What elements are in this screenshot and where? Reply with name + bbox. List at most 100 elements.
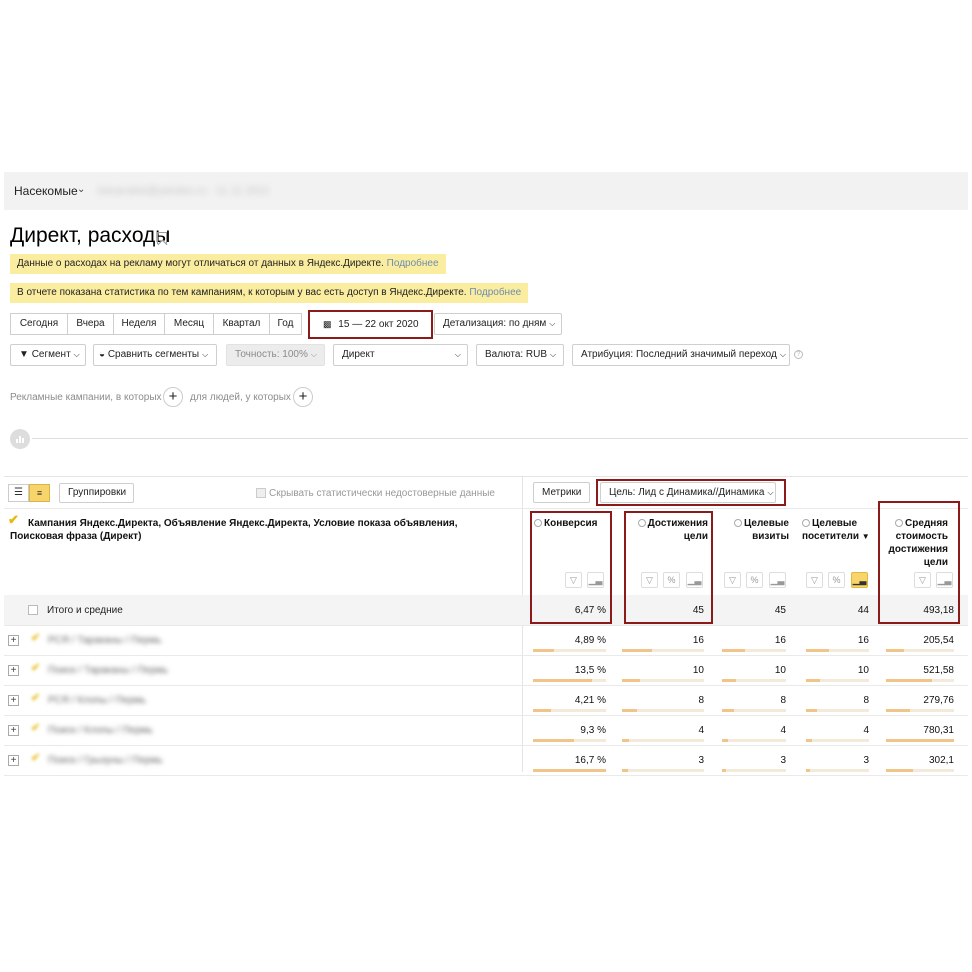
row-conversion: 13,5 % [574, 665, 606, 676]
share-bar [806, 739, 869, 742]
attribution-label: Атрибуция: Последний значимый переход [581, 349, 777, 360]
period-quarter[interactable]: Квартал [213, 313, 269, 335]
share-bar [886, 679, 954, 682]
hide-unreliable-label: Скрывать статистически недостоверные дан… [269, 488, 495, 499]
share-bar-fill [886, 739, 954, 742]
sort-desc-icon[interactable]: ▼ [862, 532, 870, 541]
row-goal-reaches: 3 [698, 755, 704, 766]
tree-view-icon[interactable]: ≡ [29, 484, 50, 502]
groupings-button[interactable]: Группировки [59, 483, 134, 503]
notice-access: В отчете показана статистика по тем камп… [10, 283, 529, 303]
chevron-down-icon: ⌵ [202, 350, 209, 359]
row-conversion: 16,7 % [574, 755, 606, 766]
segment-button[interactable]: ▼ Сегмент ⌵ [10, 344, 86, 366]
dimension-header[interactable]: Кампания Яндекс.Директа, Объявление Янде… [10, 517, 510, 543]
row-divider [4, 655, 968, 656]
segment-label: Сегмент [31, 349, 71, 360]
chevron-down-icon[interactable]: ⌄ [77, 184, 85, 195]
share-bar [622, 649, 704, 652]
row-campaign-name[interactable]: Поиск / Тараканы / Пермь [48, 665, 168, 676]
column-header-target-visitors[interactable]: Целевые посетители ▼ [802, 517, 880, 543]
share-bar-fill [722, 649, 745, 652]
expand-icon[interactable]: + [8, 725, 19, 736]
info-icon[interactable] [733, 519, 742, 527]
share-bar [806, 679, 869, 682]
add-campaign-condition-icon[interactable]: + [163, 387, 183, 407]
row-conversion: 4,89 % [574, 635, 606, 646]
expand-icon[interactable]: + [8, 755, 19, 766]
expand-icon[interactable]: + [8, 695, 19, 706]
share-bar [622, 769, 704, 772]
source-select[interactable]: Директ ⌵ [333, 344, 468, 366]
share-bar-fill [806, 649, 829, 652]
compare-icon: ◒ [99, 349, 106, 360]
row-target-visitors: 16 [857, 635, 869, 646]
share-bar-fill [722, 739, 728, 742]
share-bar [533, 709, 606, 712]
filter-icon[interactable]: ▽ [724, 572, 741, 588]
share-bar-fill [722, 769, 726, 772]
column-header-target-visits[interactable]: Целевые визиты [721, 517, 789, 543]
currency-dropdown[interactable]: Валюта: RUB ⌵ [476, 344, 564, 366]
share-bar-fill [886, 679, 932, 682]
period-yesterday[interactable]: Вчера [67, 313, 113, 335]
row-goal-reaches: 16 [692, 635, 704, 646]
attribution-dropdown[interactable]: Атрибуция: Последний значимый переход ⌵ [572, 344, 790, 366]
period-year[interactable]: Год [269, 313, 302, 335]
notice-link[interactable]: Подробнее [469, 287, 521, 298]
row-campaign-name[interactable]: Поиск / Грызуны / Пермь [48, 755, 163, 766]
checkmark-icon[interactable]: ✔ [31, 631, 40, 644]
filter-icon[interactable]: ▽ [806, 572, 823, 588]
percent-icon[interactable]: % [746, 572, 763, 588]
accuracy-dropdown[interactable]: Точность: 100% ⌵ [226, 344, 325, 366]
row-avg-cost: 780,31 [923, 725, 954, 736]
expand-icon[interactable]: + [8, 635, 19, 646]
row-avg-cost: 205,54 [923, 635, 954, 646]
highlight-goal [596, 479, 786, 506]
row-campaign-name[interactable]: РСЯ / Клопы / Пермь [48, 695, 146, 706]
share-bar-fill [806, 769, 810, 772]
share-bar [886, 649, 954, 652]
builder-people-text: для людей, у которых [190, 392, 291, 403]
notice-expenses: Данные о расходах на рекламу могут отлич… [10, 254, 446, 274]
currency-label: Валюта: RUB [485, 349, 548, 360]
add-people-condition-icon[interactable]: + [293, 387, 313, 407]
checkmark-icon[interactable]: ✔ [31, 661, 40, 674]
bar-chart-icon[interactable]: ▁▃ [851, 572, 868, 588]
row-divider [4, 775, 968, 776]
totals-checkbox[interactable] [28, 605, 38, 615]
percent-icon[interactable]: % [828, 572, 845, 588]
compare-segments-button[interactable]: ◒ Сравнить сегменты ⌵ [93, 344, 217, 366]
checkmark-icon[interactable]: ✔ [31, 751, 40, 764]
info-icon[interactable] [802, 519, 810, 527]
chart-toggle-icon[interactable] [10, 429, 30, 449]
help-icon[interactable]: ? [794, 350, 803, 359]
period-week[interactable]: Неделя [113, 313, 164, 335]
checkmark-icon[interactable]: ✔ [31, 721, 40, 734]
row-divider [4, 685, 968, 686]
share-bar-fill [806, 679, 820, 682]
notice-link[interactable]: Подробнее [387, 258, 439, 269]
row-campaign-name[interactable]: Поиск / Клопы / Пермь [48, 725, 153, 736]
list-view-icon[interactable]: ☰ [8, 484, 29, 502]
share-bar [722, 679, 786, 682]
checkmark-icon[interactable]: ✔ [31, 691, 40, 704]
share-bar [533, 679, 606, 682]
period-month[interactable]: Месяц [164, 313, 213, 335]
share-bar-fill [886, 709, 910, 712]
period-today[interactable]: Сегодня [10, 313, 67, 335]
bookmark-icon[interactable] [157, 232, 167, 244]
share-bar-fill [886, 649, 904, 652]
bar-chart-icon[interactable]: ▁▃ [769, 572, 786, 588]
row-divider [4, 745, 968, 746]
metrics-button[interactable]: Метрики [533, 482, 590, 503]
hide-unreliable-checkbox[interactable] [256, 488, 266, 498]
expand-icon[interactable]: + [8, 665, 19, 676]
detail-dropdown[interactable]: Детализация: по дням ⌵ [434, 313, 562, 335]
highlight-goal-reaches [624, 511, 713, 624]
row-campaign-name[interactable]: РСЯ / Тараканы / Пермь [48, 635, 161, 646]
accuracy-label: Точность: 100% [235, 349, 308, 360]
row-avg-cost: 279,76 [923, 695, 954, 706]
counter-name[interactable]: Насекомые [14, 184, 78, 198]
share-bar [533, 769, 606, 772]
